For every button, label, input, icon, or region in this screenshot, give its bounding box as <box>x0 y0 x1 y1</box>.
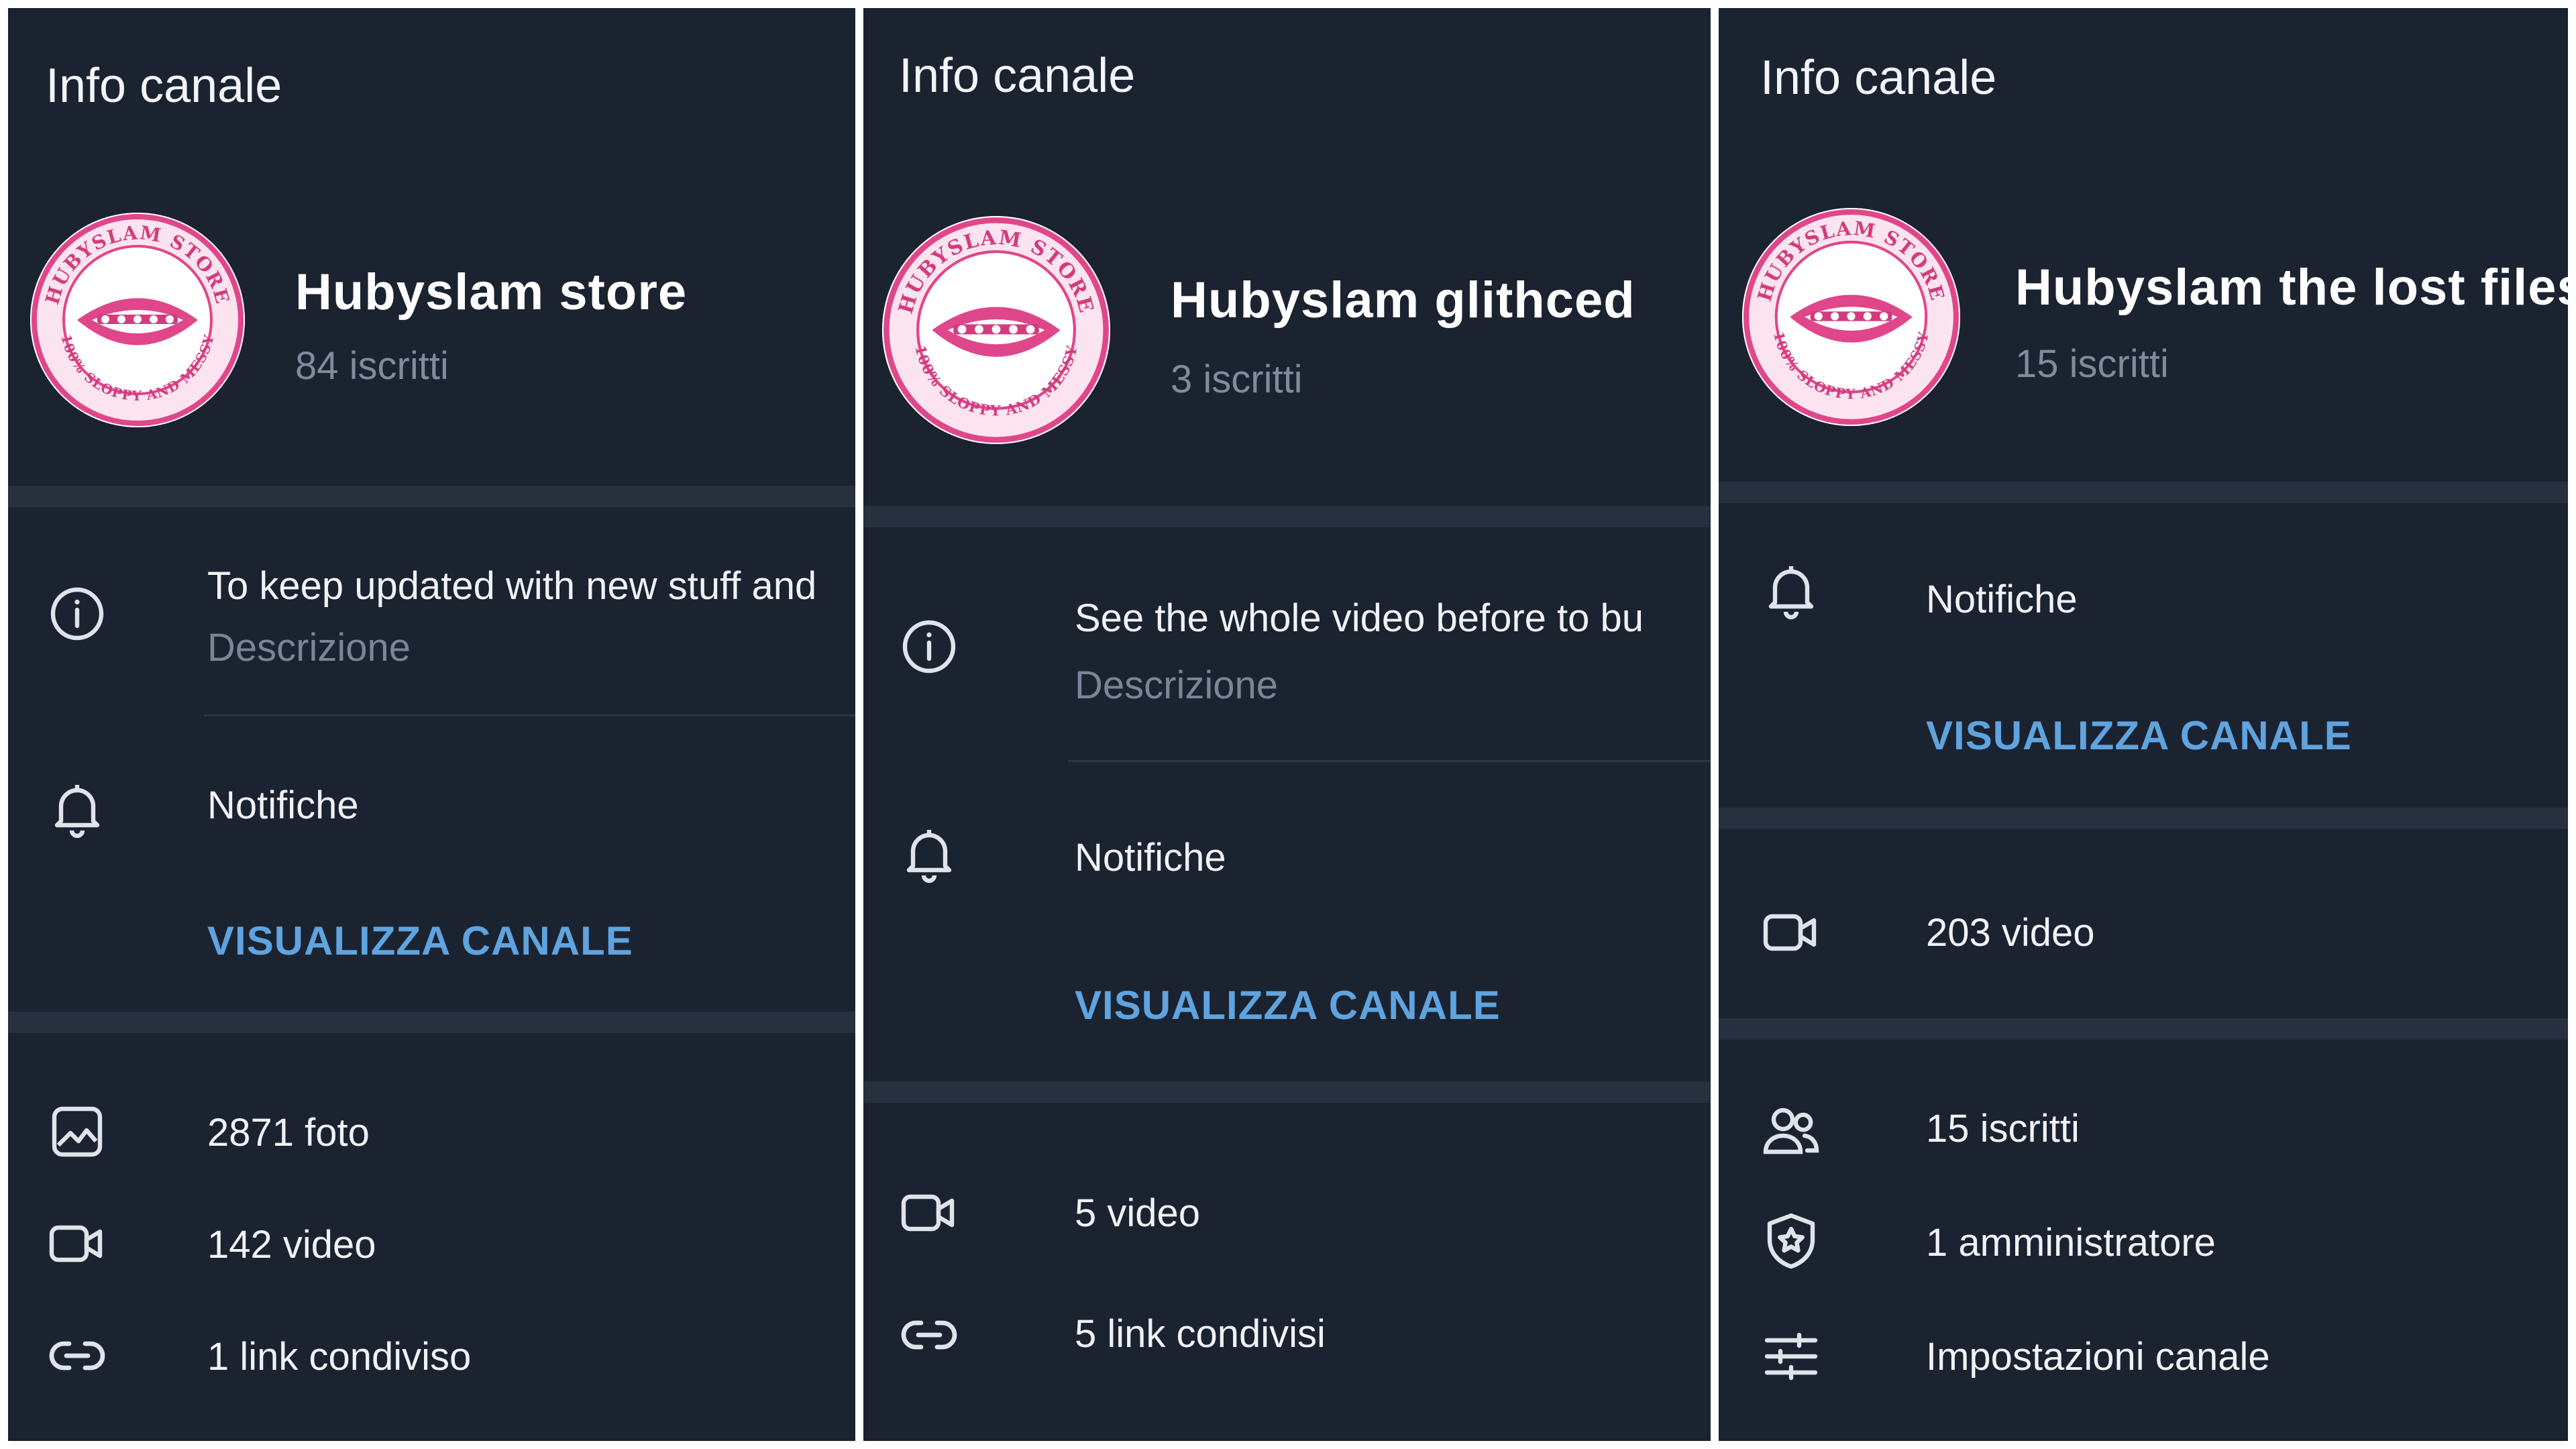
videos-count[interactable]: 5 video <box>1075 1191 1200 1236</box>
info-icon <box>45 582 109 646</box>
channel-avatar[interactable]: HUBYSLAM STORE 100% SLOPPY AND MESSY <box>1742 208 1960 426</box>
links-count[interactable]: 5 link condivisi <box>1075 1311 1326 1356</box>
video-camera-icon <box>897 1181 961 1245</box>
section-divider <box>863 506 1711 527</box>
row-separator <box>1068 760 1711 762</box>
hubyslam-logo: HUBYSLAM STORE 100% SLOPPY AND MESSY <box>32 214 244 426</box>
subscriber-count: 15 iscritti <box>2015 342 2169 386</box>
section-divider <box>1719 808 2568 829</box>
section-divider <box>8 1012 855 1033</box>
channel-name: Hubyslam the lost files <box>2015 259 2568 316</box>
people-icon <box>1759 1098 1823 1163</box>
photos-count[interactable]: 2871 foto <box>207 1110 370 1155</box>
sliders-icon <box>1759 1324 1823 1389</box>
section-divider <box>8 486 855 507</box>
section-divider <box>1719 1018 2568 1040</box>
section-divider <box>1719 482 2568 503</box>
section-divider <box>863 1081 1711 1103</box>
videos-count[interactable]: 203 video <box>1926 910 2095 955</box>
members-count[interactable]: 15 iscritti <box>1926 1106 2080 1151</box>
admins-count[interactable]: 1 amministratore <box>1926 1220 2216 1265</box>
shield-star-icon <box>1759 1209 1823 1273</box>
channel-info-panel-store: Info canale HUBYSLAM STORE 100% SLOPPY A… <box>8 8 855 1441</box>
channel-avatar[interactable]: HUBYSLAM STORE 100% SLOPPY AND MESSY <box>30 213 245 427</box>
view-channel-button[interactable]: VISUALIZZA CANALE <box>1075 982 1501 1028</box>
notifications-label[interactable]: Notifiche <box>1075 835 1226 880</box>
subscriber-count: 3 iscritti <box>1171 358 1303 401</box>
link-icon <box>897 1303 961 1367</box>
channel-name: Hubyslam glithced <box>1171 272 1635 329</box>
notifications-label[interactable]: Notifiche <box>1926 577 2078 622</box>
channel-info-panel-lost-files: Info canale HUBYSLAM STORE 100% SLOPPY A… <box>1719 8 2568 1441</box>
header-title: Info canale <box>46 59 282 113</box>
description-label: Descrizione <box>1075 663 1278 707</box>
header-title: Info canale <box>1760 51 1997 105</box>
description-text[interactable]: See the whole video before to bu <box>1075 596 1644 641</box>
hubyslam-logo: HUBYSLAM STORE 100% SLOPPY AND MESSY <box>883 217 1109 443</box>
video-camera-icon <box>45 1212 109 1276</box>
video-camera-icon <box>1759 900 1823 965</box>
link-icon <box>45 1324 109 1388</box>
view-channel-button[interactable]: VISUALIZZA CANALE <box>207 918 633 964</box>
links-count[interactable]: 1 link condiviso <box>207 1334 471 1379</box>
image-icon <box>45 1099 109 1164</box>
notifications-label[interactable]: Notifiche <box>207 783 359 828</box>
view-channel-button[interactable]: VISUALIZZA CANALE <box>1926 712 2352 759</box>
description-label: Descrizione <box>207 626 411 669</box>
settings-label[interactable]: Impostazioni canale <box>1926 1334 2270 1379</box>
videos-count[interactable]: 142 video <box>207 1222 376 1267</box>
header-title: Info canale <box>899 49 1136 103</box>
bell-icon <box>1759 558 1823 623</box>
bell-icon <box>45 777 109 841</box>
bell-icon <box>897 822 961 886</box>
description-text[interactable]: To keep updated with new stuff and <box>207 564 816 608</box>
hubyslam-logo: HUBYSLAM STORE 100% SLOPPY AND MESSY <box>1743 209 1959 425</box>
channel-avatar[interactable]: HUBYSLAM STORE 100% SLOPPY AND MESSY <box>882 216 1110 444</box>
subscriber-count: 84 iscritti <box>295 344 449 388</box>
channel-info-panel-glitched: Info canale HUBYSLAM STORE 100% SLOPPY A… <box>863 8 1711 1441</box>
channel-name: Hubyslam store <box>295 264 688 321</box>
info-icon <box>897 614 961 679</box>
row-separator <box>204 714 855 716</box>
